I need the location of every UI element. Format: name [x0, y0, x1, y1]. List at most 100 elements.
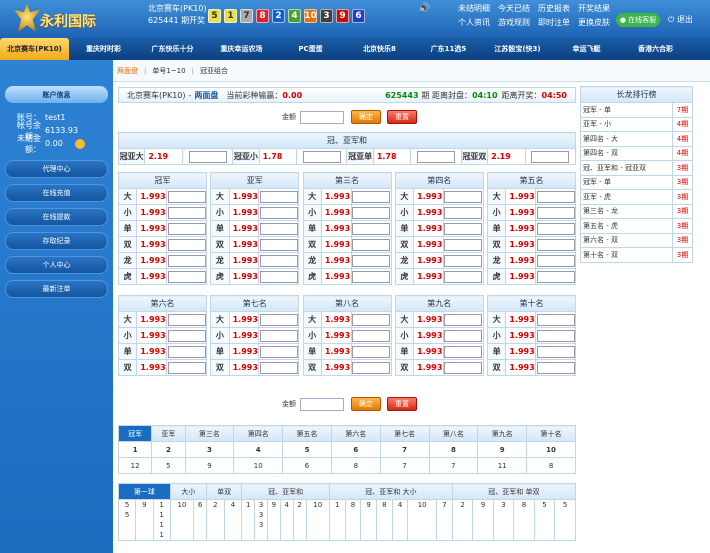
top-link[interactable]: 开奖结果 [578, 3, 610, 14]
stats-tab[interactable]: 第八名 [428, 425, 479, 442]
sum-bet-input[interactable] [524, 148, 577, 165]
reset-button-2[interactable]: 重置 [387, 397, 417, 411]
bet-input[interactable] [442, 220, 484, 237]
bet-input[interactable] [166, 188, 207, 205]
bet-input[interactable] [258, 327, 300, 344]
bet-input[interactable] [166, 343, 207, 360]
online-service-button[interactable]: ● 在线客服 [616, 13, 660, 27]
bet-input[interactable] [535, 311, 576, 328]
bet-input[interactable] [535, 236, 576, 253]
side-menu-item[interactable]: 存取纪录 [5, 232, 108, 250]
nav-tab[interactable]: 重庆幸运农场 [207, 38, 276, 60]
bet-input[interactable] [535, 359, 576, 376]
bet-input[interactable] [442, 311, 484, 328]
confirm-button[interactable]: 确定 [351, 110, 381, 124]
stats-tab[interactable]: 第四名 [233, 425, 284, 442]
nav-tab[interactable]: 北京快乐8 [345, 38, 414, 60]
stats-tab[interactable]: 第三名 [184, 425, 235, 442]
nav-tab[interactable]: PC蛋蛋 [276, 38, 345, 60]
side-menu-item[interactable]: 最新注单 [5, 280, 108, 298]
bet-input[interactable] [442, 252, 484, 269]
trend-tab[interactable]: 冠、亚军和 单双 [451, 483, 577, 500]
nav-tab[interactable]: 江苏骰宝(快3) [483, 38, 552, 60]
subnav-item[interactable]: 冠亚组合 [200, 66, 228, 76]
bet-input[interactable] [535, 327, 576, 344]
bet-input[interactable] [166, 311, 207, 328]
side-menu-item[interactable]: 在线充值 [5, 184, 108, 202]
bet-input[interactable] [166, 268, 207, 285]
trend-tab[interactable]: 第一球 [118, 483, 171, 500]
stats-tab[interactable]: 亚军 [151, 425, 186, 442]
nav-tab[interactable]: 幸运飞艇 [552, 38, 621, 60]
sum-bet-input[interactable] [182, 148, 234, 165]
stats-tab[interactable]: 第九名 [477, 425, 528, 442]
sum-bet-input[interactable] [410, 148, 462, 165]
bet-input[interactable] [442, 236, 484, 253]
trend-tab[interactable]: 冠、亚军和 [241, 483, 330, 500]
nav-tab[interactable]: 广东11选5 [414, 38, 483, 60]
bet-input[interactable] [166, 327, 207, 344]
bet-input[interactable] [442, 359, 484, 376]
amount-input[interactable] [300, 110, 344, 124]
top-link[interactable]: 今天已结 [498, 3, 530, 14]
bet-input[interactable] [258, 359, 300, 376]
bet-input[interactable] [350, 343, 392, 360]
speaker-icon[interactable]: 🔊 [418, 3, 430, 14]
bet-input[interactable] [535, 268, 576, 285]
stats-tab[interactable]: 第六名 [330, 425, 381, 442]
bet-input[interactable] [442, 327, 484, 344]
stats-tab[interactable]: 冠军 [117, 425, 153, 442]
sum-bet-input[interactable] [296, 148, 348, 165]
top-link[interactable]: 历史报表 [538, 3, 570, 14]
bet-input[interactable] [258, 268, 300, 285]
bet-input[interactable] [258, 311, 300, 328]
bet-input[interactable] [258, 188, 300, 205]
bet-input[interactable] [258, 220, 300, 237]
bet-input[interactable] [350, 268, 392, 285]
refresh-icon[interactable] [74, 138, 85, 149]
stats-tab[interactable]: 第十名 [526, 425, 576, 442]
top-link[interactable]: 个人资讯 [458, 17, 490, 28]
top-link[interactable]: 即时注单 [538, 17, 570, 28]
bet-input[interactable] [258, 343, 300, 360]
side-menu-item[interactable]: 代理中心 [5, 160, 108, 178]
bet-input[interactable] [258, 204, 300, 221]
nav-tab[interactable]: 重庆时时彩 [69, 38, 138, 60]
bet-input[interactable] [535, 204, 576, 221]
side-menu-item[interactable]: 在线提款 [5, 208, 108, 226]
trend-tab[interactable]: 大小 [169, 483, 207, 500]
top-link[interactable]: 未结明细 [458, 3, 490, 14]
bet-input[interactable] [442, 268, 484, 285]
bet-input[interactable] [535, 252, 576, 269]
stats-tab[interactable]: 第五名 [282, 425, 332, 442]
side-menu-item[interactable]: 个人中心 [5, 256, 108, 274]
top-link[interactable]: 游戏规则 [498, 17, 530, 28]
bet-input[interactable] [350, 327, 392, 344]
bet-input[interactable] [166, 204, 207, 221]
trend-tab[interactable]: 冠、亚军和 大小 [328, 483, 453, 500]
bet-input[interactable] [350, 311, 392, 328]
bet-input[interactable] [166, 252, 207, 269]
subnav-item[interactable]: 两面盘 [117, 66, 138, 76]
bet-input[interactable] [442, 343, 484, 360]
account-info-header[interactable]: 账户信息 [5, 86, 108, 103]
bet-input[interactable] [442, 188, 484, 205]
reset-button[interactable]: 重置 [387, 110, 417, 124]
logout-button[interactable]: ⏻ 退出 [668, 14, 693, 25]
bet-input[interactable] [350, 204, 392, 221]
bet-input[interactable] [166, 236, 207, 253]
confirm-button-2[interactable]: 确定 [351, 397, 381, 411]
bet-input[interactable] [535, 220, 576, 237]
bet-input[interactable] [258, 236, 300, 253]
top-link[interactable]: 更换皮肤 [578, 17, 610, 28]
nav-tab[interactable]: 香港六合彩 [621, 38, 690, 60]
bet-input[interactable] [350, 359, 392, 376]
brand-logo[interactable]: 永利国际 [8, 4, 108, 34]
trend-tab[interactable]: 单双 [205, 483, 243, 500]
bet-input[interactable] [535, 343, 576, 360]
bet-input[interactable] [442, 204, 484, 221]
bet-input[interactable] [535, 188, 576, 205]
bet-input[interactable] [258, 252, 300, 269]
amount-input-2[interactable] [300, 397, 344, 411]
bet-input[interactable] [166, 359, 207, 376]
